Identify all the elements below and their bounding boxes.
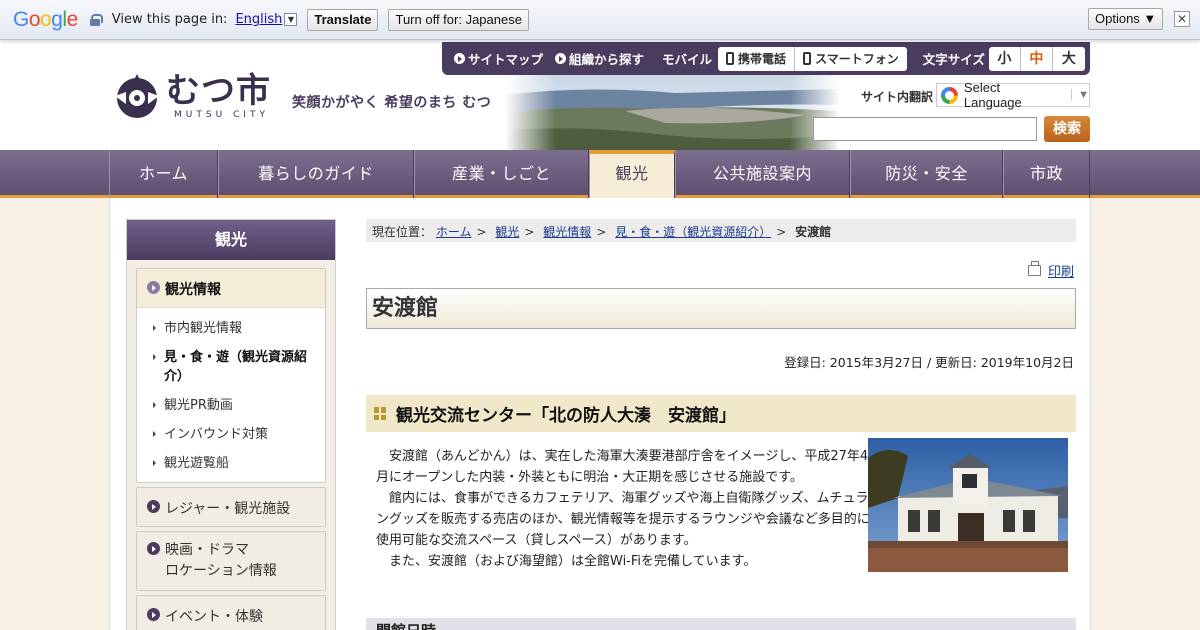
arrow-circle-icon (147, 281, 160, 294)
nav-industry[interactable]: 産業・しごと (414, 150, 589, 198)
sidebar-title: 観光 (127, 220, 335, 260)
triangle-icon (153, 460, 156, 466)
phone-icon (726, 52, 735, 65)
site-search-input[interactable] (813, 117, 1037, 141)
mobile-buttons: 携帯電話 スマートフォン (718, 46, 907, 71)
keitai-button[interactable]: 携帯電話 (718, 46, 796, 71)
nav-living-guide[interactable]: 暮らしのガイド (218, 150, 414, 198)
utility-bar: サイトマップ 組織から探す モバイル 携帯電話 スマートフォン 文字サイズ 小 … (442, 42, 1090, 75)
mobile-label: モバイル (662, 52, 713, 67)
lock-icon (89, 13, 103, 26)
search-button[interactable]: 検索 (1044, 116, 1090, 142)
google-logo: Google (13, 7, 78, 31)
sidebar: 観光 観光情報 市内観光情報 見・食・遊（観光資源紹介） 観光PR動画 インバウ… (126, 219, 336, 630)
turn-off-button[interactable]: Turn off for: Japanese (388, 8, 529, 31)
sidebar-item-leisure[interactable]: レジャー・観光施設 (137, 488, 325, 526)
font-size-label: 文字サイズ (922, 52, 985, 67)
dropdown-arrow-icon: ▼ (1071, 89, 1089, 101)
arrow-circle-icon (555, 53, 567, 64)
google-g-icon (941, 86, 958, 104)
site-name: むつ市 (166, 71, 271, 111)
breadcrumb: 現在位置： ホーム > 観光 > 観光情報 > 見・食・遊（観光資源紹介） > 安渡館 (366, 219, 1076, 242)
arrow-circle-icon (454, 53, 465, 64)
breadcrumb-current: 安渡館 (795, 225, 832, 239)
font-size-buttons: 小 中 大 (988, 46, 1085, 71)
nav-disaster-safety[interactable]: 防災・安全 (850, 150, 1003, 198)
arrow-circle-icon (147, 608, 160, 621)
view-page-text: View this page in: (111, 12, 228, 27)
select-language-dropdown[interactable]: Select Language ▼ (936, 80, 1090, 110)
org-search-link[interactable]: 組織から探す (555, 49, 644, 68)
nav-tourism[interactable]: 観光 (589, 150, 675, 198)
smartphone-icon (803, 52, 812, 65)
nav-city-government[interactable]: 市政 (1003, 150, 1090, 198)
close-icon[interactable]: ✕ (1174, 11, 1190, 27)
sidebar-section-events: イベント・体験 (136, 595, 326, 630)
arrow-circle-icon (147, 500, 160, 513)
andokan-building-photo (868, 438, 1068, 572)
sitemap-link[interactable]: サイトマップ (454, 49, 543, 68)
sidebar-subitem-pr-video[interactable]: 観光PR動画 (137, 391, 325, 420)
paragraph: 安渡館（あんどかん）は、実在した海軍大湊要港部庁舎をイメージし、平成27年4月に… (376, 449, 869, 485)
triangle-icon (153, 354, 156, 360)
triangle-icon (153, 325, 156, 331)
google-translate-bar: Google View this page in: English ▼ Trans… (0, 0, 1200, 40)
nav-public-facilities[interactable]: 公共施設案内 (675, 150, 850, 198)
font-small-button[interactable]: 小 (989, 46, 1021, 71)
sidebar-subitem-inbound[interactable]: インバウンド対策 (137, 420, 325, 449)
language-select[interactable]: English ▼ (235, 12, 298, 27)
square-grid-icon (374, 407, 387, 420)
paragraph: また、安渡館（および海望館）は全館Wi-Fiを完備しています。 (389, 554, 757, 569)
printer-icon (1028, 261, 1041, 276)
article-body: 安渡館（あんどかん）は、実在した海軍大湊要港部庁舎をイメージし、平成27年4月に… (376, 446, 871, 572)
sidebar-subitem-city-info[interactable]: 市内観光情報 (137, 314, 325, 343)
options-button[interactable]: Options ▼ (1088, 8, 1164, 30)
site-header: サイトマップ 組織から探す モバイル 携帯電話 スマートフォン 文字サイズ 小 … (0, 40, 1200, 150)
breadcrumb-home[interactable]: ホーム (436, 225, 472, 239)
font-large-button[interactable]: 大 (1053, 47, 1085, 71)
nav-home[interactable]: ホーム (109, 150, 218, 198)
sidebar-item-events[interactable]: イベント・体験 (137, 596, 325, 630)
arrow-circle-icon (147, 542, 160, 555)
sidebar-subitem-resources[interactable]: 見・食・遊（観光資源紹介） (137, 343, 325, 391)
sidebar-section-location: 映画・ドラマ ロケーション情報 (136, 531, 326, 591)
site-logo[interactable]: むつ市 MUTSU CITY (112, 72, 271, 120)
city-emblem-icon (115, 74, 159, 118)
header-landscape-image (505, 75, 840, 150)
site-translate-label: サイト内翻訳 (861, 90, 934, 104)
paragraph: 館内には、食事ができるカフェテリア、海軍グッズや海上自衛隊グッズ、ムチュラングッ… (376, 491, 870, 548)
sidebar-section-leisure: レジャー・観光施設 (136, 487, 326, 527)
main-content: 観光 観光情報 市内観光情報 見・食・遊（観光資源紹介） 観光PR動画 インバウ… (109, 198, 1091, 630)
translate-button[interactable]: Translate (307, 8, 379, 31)
sidebar-subitem-cruise[interactable]: 観光遊覧船 (137, 449, 325, 478)
sidebar-item-location[interactable]: 映画・ドラマ ロケーション情報 (137, 532, 325, 590)
slogan: 笑顔かがやく 希望のまち むつ (292, 95, 492, 111)
dropdown-arrow-icon: ▼ (284, 13, 298, 26)
section-heading: 観光交流センター「北の防人大湊 安渡館」 (366, 395, 1076, 432)
font-medium-button[interactable]: 中 (1021, 46, 1053, 71)
sidebar-sub-list: 市内観光情報 見・食・遊（観光資源紹介） 観光PR動画 インバウンド対策 観光遊… (137, 308, 325, 482)
triangle-icon (153, 431, 156, 437)
print-link[interactable]: 印刷 (1028, 261, 1074, 280)
sidebar-item-kanko-info[interactable]: 観光情報 (137, 269, 325, 308)
subsection-heading: 開館日時 (366, 618, 1076, 630)
breadcrumb-resources[interactable]: 見・食・遊（観光資源紹介） (615, 225, 771, 239)
triangle-icon (153, 402, 156, 408)
sidebar-section-kanko-info: 観光情報 市内観光情報 見・食・遊（観光資源紹介） 観光PR動画 インバウンド対… (136, 268, 326, 483)
smartphone-button[interactable]: スマートフォン (795, 47, 907, 71)
page-title: 安渡館 (366, 288, 1076, 329)
publish-dates: 登録日: 2015年3月27日 / 更新日: 2019年10月2日 (784, 355, 1074, 370)
breadcrumb-tourism-info[interactable]: 観光情報 (543, 225, 591, 239)
breadcrumb-tourism[interactable]: 観光 (495, 225, 519, 239)
site-name-en: MUTSU CITY (174, 110, 269, 120)
global-nav: ホーム 暮らしのガイド 産業・しごと 観光 公共施設案内 防災・安全 市政 (0, 150, 1200, 198)
